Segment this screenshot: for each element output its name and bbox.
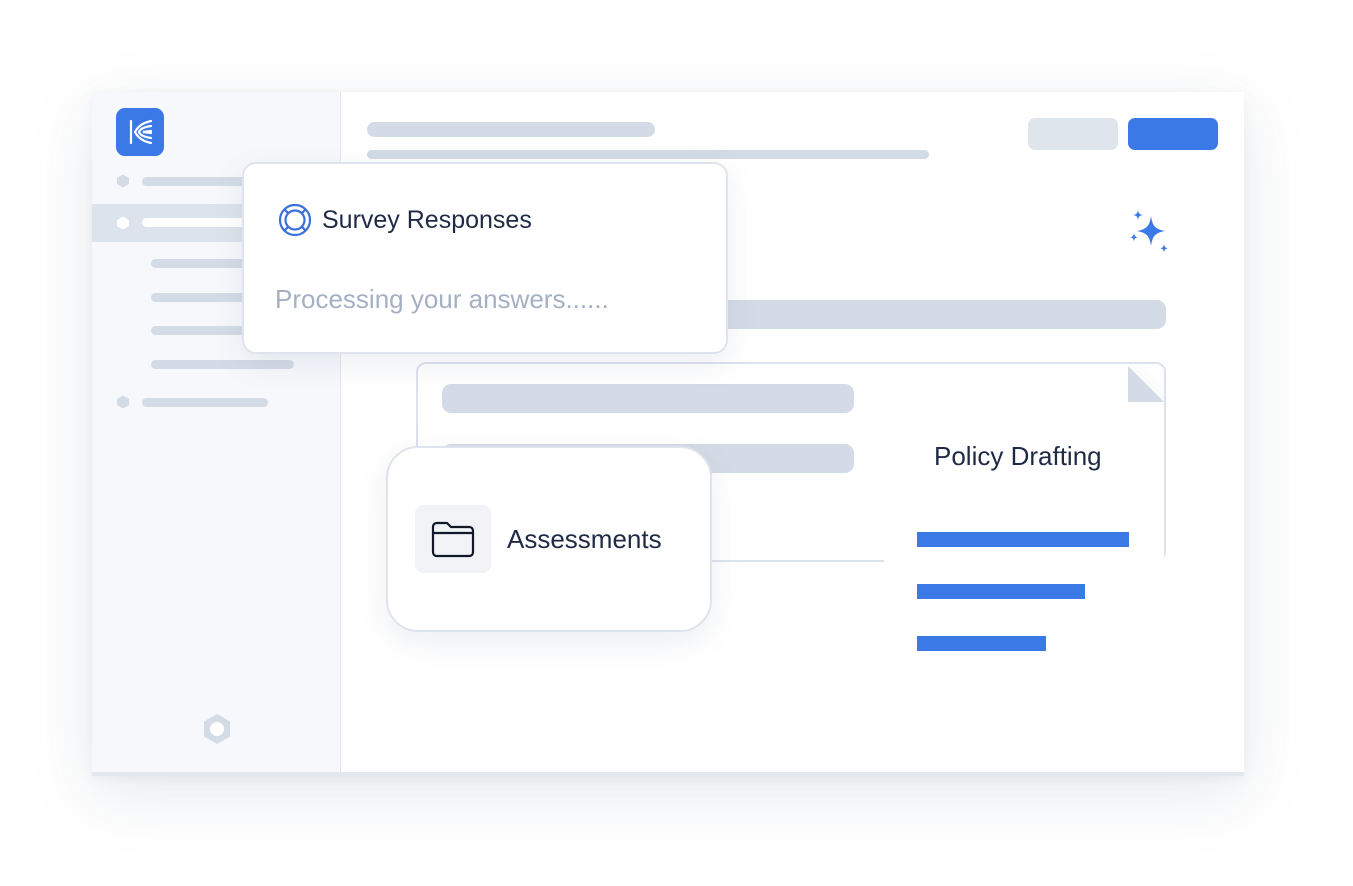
sparkle-icon bbox=[1130, 210, 1168, 253]
sidebar-subitem-2[interactable] bbox=[151, 293, 251, 302]
document-text-line bbox=[917, 532, 1129, 547]
survey-card-status: Processing your answers...... bbox=[275, 284, 609, 314]
illustration-stage: Survey Responses Processing your answers… bbox=[0, 0, 1353, 886]
globe-icon bbox=[278, 203, 312, 237]
gear-icon[interactable] bbox=[200, 712, 234, 746]
survey-responses-card[interactable]: Survey Responses Processing your answers… bbox=[242, 162, 728, 354]
content-line-placeholder bbox=[442, 384, 854, 413]
document-title: Policy Drafting bbox=[934, 441, 1102, 471]
app-logo-icon[interactable] bbox=[116, 108, 164, 156]
assessments-label: Assessments bbox=[507, 524, 662, 554]
assessments-card[interactable]: Assessments bbox=[386, 446, 712, 632]
folder-icon-tile bbox=[415, 505, 491, 573]
sidebar-subitem-3[interactable] bbox=[151, 326, 251, 335]
document-text-line bbox=[917, 636, 1046, 651]
sidebar-subitem-1[interactable] bbox=[151, 259, 251, 268]
sidebar-item-label-placeholder bbox=[142, 177, 248, 186]
sidebar-item-label-placeholder bbox=[142, 218, 252, 227]
hexagon-icon bbox=[117, 174, 129, 188]
policy-document[interactable]: Policy Drafting bbox=[884, 366, 1164, 722]
hexagon-icon bbox=[117, 216, 129, 230]
sidebar-item-label-placeholder bbox=[142, 398, 268, 407]
page-subtitle-placeholder bbox=[367, 150, 929, 159]
document-text-line bbox=[917, 584, 1085, 599]
folder-icon bbox=[431, 521, 475, 558]
primary-button[interactable] bbox=[1128, 118, 1218, 150]
hexagon-icon bbox=[117, 395, 129, 409]
sidebar-subitem-4[interactable] bbox=[151, 360, 294, 369]
sidebar-item-3[interactable] bbox=[92, 383, 341, 421]
page-title-placeholder bbox=[367, 122, 655, 137]
secondary-button[interactable] bbox=[1028, 118, 1118, 150]
survey-card-title: Survey Responses bbox=[322, 206, 532, 234]
